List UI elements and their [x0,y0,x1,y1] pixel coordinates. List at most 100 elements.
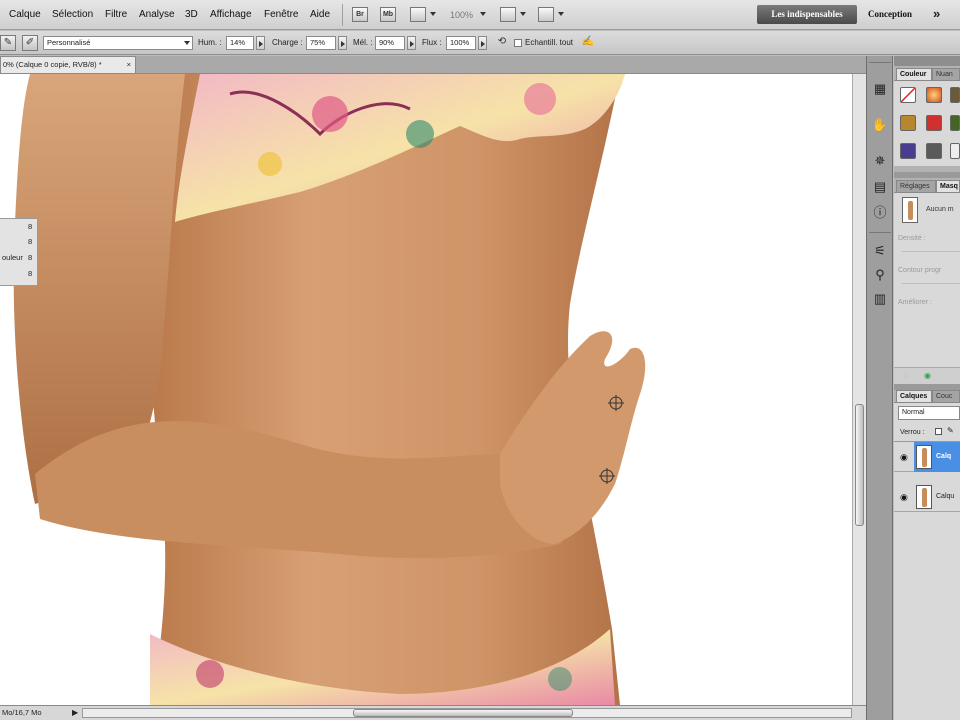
info-value: 8 [28,253,33,262]
layer-thumbnail [916,485,932,509]
document-tab[interactable]: 0% (Calque 0 copie, RVB/8) * × [0,56,136,73]
swatch-item[interactable] [950,87,960,103]
layer-row[interactable]: ◉ Calqu [894,482,960,512]
swatch-item[interactable] [950,143,960,159]
document-canvas[interactable] [0,74,852,705]
info-label: ouleur [2,253,23,262]
vertical-scroll-thumb[interactable] [855,404,864,526]
vertical-scrollbar[interactable] [852,74,866,705]
clone-source-icon[interactable]: ⚲ [871,266,889,284]
density-slider[interactable] [902,251,960,252]
menu-affichage[interactable]: Affichage [210,9,252,20]
layer-row[interactable]: ◉ Calq [894,442,960,472]
chevron-down-icon[interactable] [520,12,526,16]
arrange-documents-button[interactable] [500,7,516,22]
screen-mode-button[interactable] [538,7,554,22]
mel-field[interactable]: 90% [375,36,405,50]
histogram-icon[interactable]: ▤ [871,178,889,196]
eye-icon[interactable]: ◉ [924,371,931,380]
menu-selection[interactable]: Sélection [52,9,93,20]
mel-label: Mél. : [353,38,373,47]
tab-layers[interactable]: Calques [896,390,932,402]
hum-label: Hum. : [198,38,222,47]
pressure-icon[interactable]: ✍ [580,35,596,51]
hum-arrow[interactable] [256,36,265,50]
feather-label: Contour progr [898,267,942,274]
tab-masks[interactable]: Masq [936,180,960,192]
divider [869,232,891,233]
swatch-item[interactable] [950,115,960,131]
charge-arrow[interactable] [338,36,347,50]
brushes-icon[interactable]: ⚟ [871,242,889,260]
workspace-essentials-button[interactable]: Les indispensables [757,5,857,24]
tab-color[interactable]: Couleur [896,68,932,80]
lock-transparency-icon[interactable] [935,428,942,435]
workspace-more-button[interactable]: » [933,6,940,21]
lock-brush-icon[interactable]: ✎ [947,426,954,435]
status-arrow-icon[interactable]: ▶ [72,708,78,717]
sample-all-label: Echantill. tout [525,38,574,47]
flux-arrow[interactable] [478,36,487,50]
menu-analyse[interactable]: Analyse [139,9,175,20]
zoom-level[interactable]: 100% [450,10,473,20]
panel-icon-dock: ▦ ✋ ✵ ▤ ⓘ ⚟ ⚲ ▥ [866,56,893,720]
brush-preset-select[interactable]: Personnalisé [43,36,193,50]
eye-icon[interactable]: ◉ [900,492,908,503]
swatch-item[interactable] [900,143,916,159]
charge-field[interactable]: 75% [306,36,336,50]
brush-icon[interactable]: ✎ [0,35,16,51]
horizontal-scroll-thumb[interactable] [353,709,573,717]
chevron-down-icon[interactable] [430,12,436,16]
menu-bar: Calque Sélection Filtre Analyse 3D Affic… [0,0,960,30]
mask-thumbnail [902,197,918,223]
menu-aide[interactable]: Aide [310,9,330,20]
tab-adjustments[interactable]: Réglages [896,180,936,192]
info-value: 8 [28,269,33,278]
view-extras-button[interactable] [410,7,426,22]
layer-name[interactable]: Calq [936,453,951,460]
close-icon[interactable]: × [127,57,131,73]
bridge-button[interactable]: Br [352,7,368,22]
airbrush-icon[interactable]: ⟲ [494,35,510,51]
history-icon[interactable]: ▦ [871,80,889,98]
layer-name[interactable]: Calqu [936,493,954,500]
selection-icon[interactable]: ◌ [904,371,909,380]
chevron-down-icon[interactable] [480,12,486,16]
flux-label: Flux : [422,38,442,47]
menu-fenetre[interactable]: Fenêtre [264,9,298,20]
actions-icon[interactable]: ✋ [871,116,889,134]
menu-3d[interactable]: 3D [185,9,198,20]
mel-arrow[interactable] [407,36,416,50]
panel-header-strip [894,56,960,66]
info-panel[interactable]: 8 8 ouleur 8 8 [0,218,38,286]
feather-slider[interactable] [902,283,960,284]
info-value: 8 [28,222,33,231]
hum-field[interactable]: 14% [226,36,254,50]
tool-presets-icon[interactable]: ▥ [871,290,889,308]
workspace-design-button[interactable]: Conception [868,9,912,19]
horizontal-scrollbar[interactable] [82,708,852,718]
chevron-down-icon[interactable] [558,12,564,16]
swatch-none[interactable] [900,87,916,103]
eye-icon[interactable]: ◉ [900,452,908,463]
menu-filtre[interactable]: Filtre [105,9,127,20]
swatch-item[interactable] [926,143,942,159]
options-bar: ✎ ✐ Personnalisé Hum. : 14% Charge : 75%… [0,31,960,55]
divider [869,62,891,63]
navigator-icon[interactable]: ✵ [871,152,889,170]
blend-mode-select[interactable]: Normal [898,406,960,420]
layer-thumbnail [916,445,932,469]
lock-label: Verrou : [900,429,925,436]
flux-field[interactable]: 100% [446,36,476,50]
minibridge-button[interactable]: Mb [380,7,396,22]
menu-calque[interactable]: Calque [9,9,41,20]
swatch-item[interactable] [926,115,942,131]
tab-channels[interactable]: Couc [932,390,960,402]
sample-all-checkbox[interactable] [514,39,522,47]
density-label: Densité : [898,235,926,242]
tab-swatches[interactable]: Nuan [932,68,960,80]
swatch-item[interactable] [900,115,916,131]
info-icon[interactable]: ⓘ [871,204,889,222]
swatch-item[interactable] [926,87,942,103]
brush-preset-icon[interactable]: ✐ [22,35,38,51]
